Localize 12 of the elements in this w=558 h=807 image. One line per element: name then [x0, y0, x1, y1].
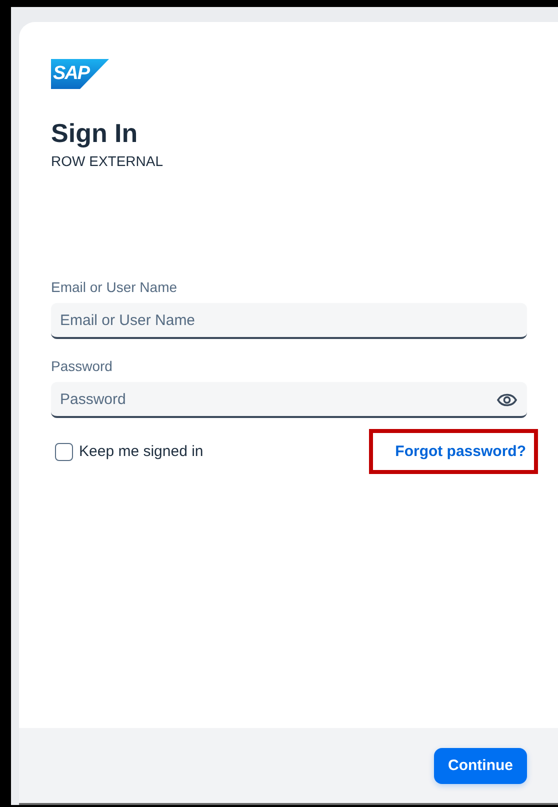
checkbox-label: Keep me signed in	[79, 443, 204, 460]
field-label: Password	[51, 358, 114, 375]
input-field[interactable]: Email or User Name	[51, 303, 527, 339]
logo: SAP	[51, 59, 109, 89]
password-field[interactable]: Password	[51, 382, 527, 418]
eye-icon[interactable]	[497, 393, 517, 407]
checkbox[interactable]	[55, 442, 73, 460]
forgot-password-link[interactable]: Forgot password?	[369, 429, 538, 474]
field-label: Email or User Name	[51, 279, 178, 296]
continue-button[interactable]: Continue	[434, 748, 527, 784]
subtitle: ROW EXTERNAL	[51, 153, 164, 169]
page-title: Sign In	[51, 117, 139, 149]
